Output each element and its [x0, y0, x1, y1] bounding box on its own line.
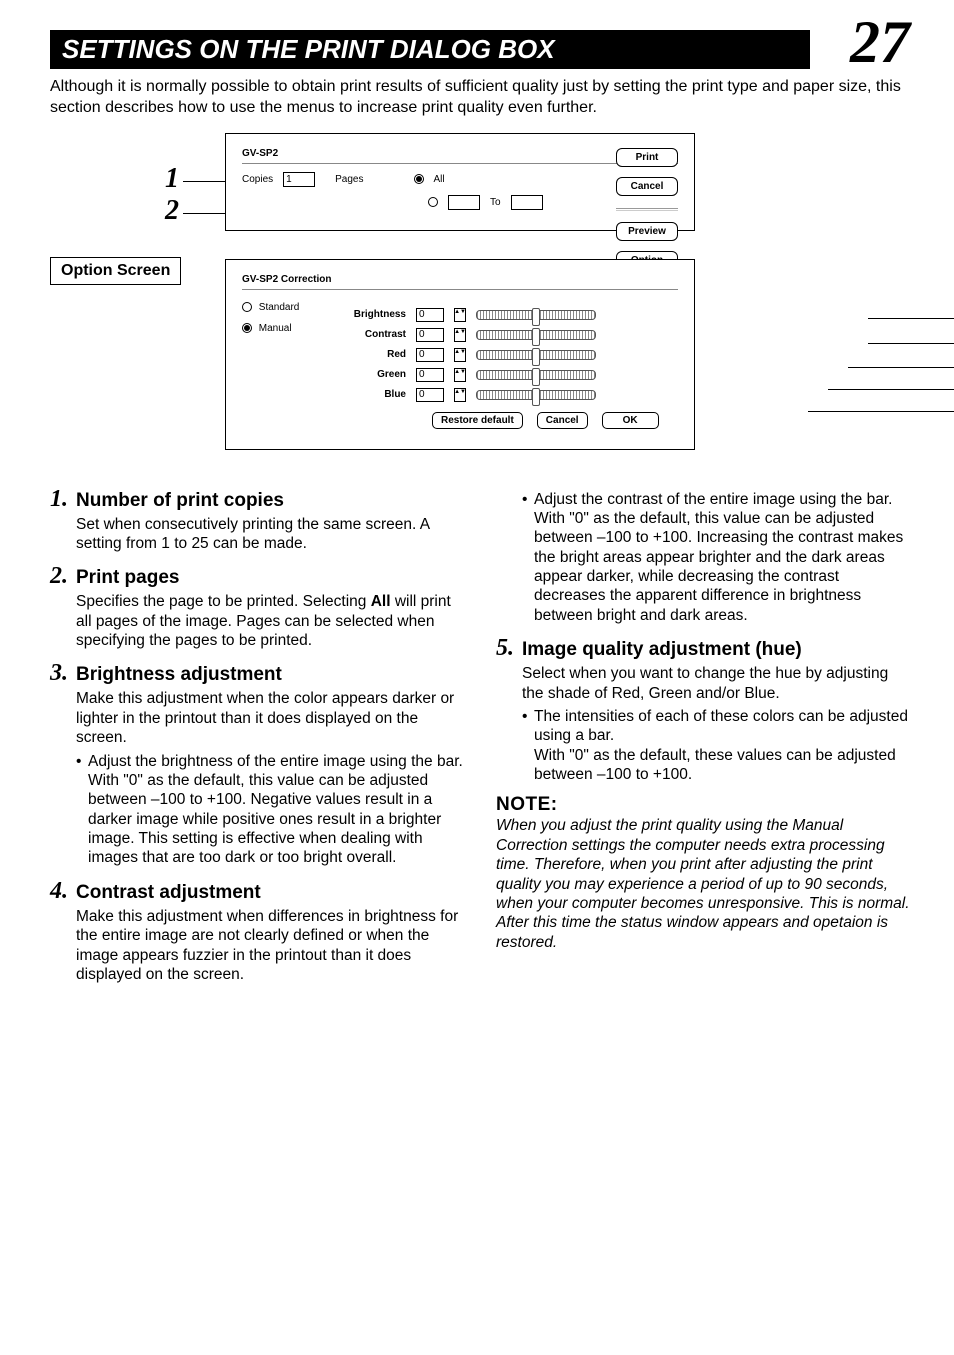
- standard-radio[interactable]: [242, 302, 252, 312]
- contrast-spinner[interactable]: ▲▼: [454, 328, 466, 342]
- red-slider[interactable]: [476, 350, 596, 360]
- blue-input[interactable]: 0: [416, 388, 444, 402]
- s2-body-a: Specifies the page to be printed. Select…: [76, 593, 371, 610]
- callout-2: 2: [165, 195, 179, 227]
- section-5: 5.Image quality adjustment (hue) Select …: [496, 635, 914, 784]
- left-column: 1.Number of print copies Set when consec…: [50, 486, 468, 995]
- manual-label: Manual: [259, 323, 292, 334]
- print-dialog: GV-SP2 Copies 1 Pages All To Print Cance…: [225, 133, 695, 231]
- s2-title: Print pages: [76, 567, 179, 588]
- s4-bullet: Adjust the contrast of the entire image …: [534, 490, 914, 626]
- note-block: NOTE: When you adjust the print quality …: [496, 794, 914, 952]
- pages-to-label: To: [490, 197, 501, 208]
- pages-all-radio[interactable]: [414, 174, 424, 184]
- red-input[interactable]: 0: [416, 348, 444, 362]
- s4-body: Make this adjustment when differences in…: [76, 907, 468, 985]
- section-4: 4.Contrast adjustment Make this adjustme…: [50, 878, 468, 985]
- blue-spinner[interactable]: ▲▼: [454, 388, 466, 402]
- manual-radio[interactable]: [242, 323, 252, 333]
- s5-title: Image quality adjustment (hue): [522, 639, 802, 660]
- s3-bullet: Adjust the brightness of the entire imag…: [88, 752, 468, 868]
- s1-num: 1.: [50, 486, 76, 513]
- copies-input[interactable]: 1: [283, 172, 315, 187]
- section-1: 1.Number of print copies Set when consec…: [50, 486, 468, 554]
- s1-body: Set when consecutively printing the same…: [76, 515, 468, 554]
- contrast-input[interactable]: 0: [416, 328, 444, 342]
- s5-bullet: The intensities of each of these colors …: [534, 707, 914, 785]
- print-dialog-buttons: Print Cancel Preview Option: [616, 148, 678, 270]
- correction-dialog-shot: Option Screen 3 4 5 GV-SP2 Correction St…: [225, 259, 914, 450]
- callout-1: 1: [165, 163, 179, 195]
- pages-from-input[interactable]: [448, 195, 480, 210]
- green-spinner[interactable]: ▲▼: [454, 368, 466, 382]
- correction-dialog-title: GV-SP2 Correction: [242, 274, 678, 290]
- correction-dialog: GV-SP2 Correction Standard Manual Bright…: [225, 259, 695, 450]
- s2-num: 2.: [50, 563, 76, 590]
- contrast-slider[interactable]: [476, 330, 596, 340]
- restore-default-button[interactable]: Restore default: [432, 412, 523, 429]
- note-body: When you adjust the print quality using …: [496, 816, 914, 952]
- print-dialog-shot: 1 2 GV-SP2 Copies 1 Pages All To Print C…: [225, 133, 914, 231]
- pages-to-input[interactable]: [511, 195, 543, 210]
- red-spinner[interactable]: ▲▼: [454, 348, 466, 362]
- red-label: Red: [342, 349, 406, 360]
- note-heading: NOTE:: [496, 794, 914, 816]
- brightness-spinner[interactable]: ▲▼: [454, 308, 466, 322]
- correction-ok-button[interactable]: OK: [602, 412, 659, 429]
- cancel-button[interactable]: Cancel: [616, 177, 678, 196]
- correction-cancel-button[interactable]: Cancel: [537, 412, 588, 429]
- brightness-label: Brightness: [342, 309, 406, 320]
- section-3: 3.Brightness adjustment Make this adjust…: [50, 660, 468, 867]
- contrast-label: Contrast: [342, 329, 406, 340]
- s2-body: Specifies the page to be printed. Select…: [76, 592, 468, 650]
- section-title: SETTINGS ON THE PRINT DIALOG BOX 27: [50, 30, 810, 69]
- option-screen-label: Option Screen: [50, 257, 181, 285]
- title-text: SETTINGS ON THE PRINT DIALOG BOX: [62, 34, 555, 64]
- callout-3-line: [868, 318, 954, 319]
- green-input[interactable]: 0: [416, 368, 444, 382]
- section-4-cont: •Adjust the contrast of the entire image…: [496, 490, 914, 626]
- s3-title: Brightness adjustment: [76, 664, 282, 685]
- callout-5-line-c: [808, 411, 954, 412]
- print-dialog-title: GV-SP2: [242, 148, 678, 164]
- s2-body-bold: All: [371, 593, 391, 610]
- copies-label: Copies: [242, 174, 273, 185]
- s5-body: Select when you want to change the hue b…: [522, 664, 914, 703]
- body-columns: 1.Number of print copies Set when consec…: [50, 486, 914, 995]
- pages-range-radio[interactable]: [428, 197, 438, 207]
- callout-5-line-b: [828, 389, 954, 390]
- s5-num: 5.: [496, 635, 522, 662]
- page-number: 27: [850, 8, 910, 77]
- green-slider[interactable]: [476, 370, 596, 380]
- callout-4-line: [868, 343, 954, 344]
- callout-5-line-a: [848, 367, 954, 368]
- blue-slider[interactable]: [476, 390, 596, 400]
- brightness-slider[interactable]: [476, 310, 596, 320]
- s4-title: Contrast adjustment: [76, 882, 261, 903]
- blue-label: Blue: [342, 389, 406, 400]
- pages-all-label: All: [434, 174, 445, 185]
- print-button[interactable]: Print: [616, 148, 678, 167]
- s3-num: 3.: [50, 660, 76, 687]
- pages-label: Pages: [335, 174, 363, 185]
- preview-button[interactable]: Preview: [616, 222, 678, 241]
- s3-body: Make this adjustment when the color appe…: [76, 689, 468, 747]
- green-label: Green: [342, 369, 406, 380]
- s1-title: Number of print copies: [76, 490, 284, 511]
- s4-num: 4.: [50, 878, 76, 905]
- brightness-input[interactable]: 0: [416, 308, 444, 322]
- section-2: 2.Print pages Specifies the page to be p…: [50, 563, 468, 650]
- intro-paragraph: Although it is normally possible to obta…: [50, 77, 914, 119]
- standard-label: Standard: [259, 302, 300, 313]
- correction-sliders: Brightness 0 ▲▼ Contrast 0 ▲▼ Red 0 ▲▼: [342, 302, 659, 429]
- right-column: •Adjust the contrast of the entire image…: [496, 486, 914, 995]
